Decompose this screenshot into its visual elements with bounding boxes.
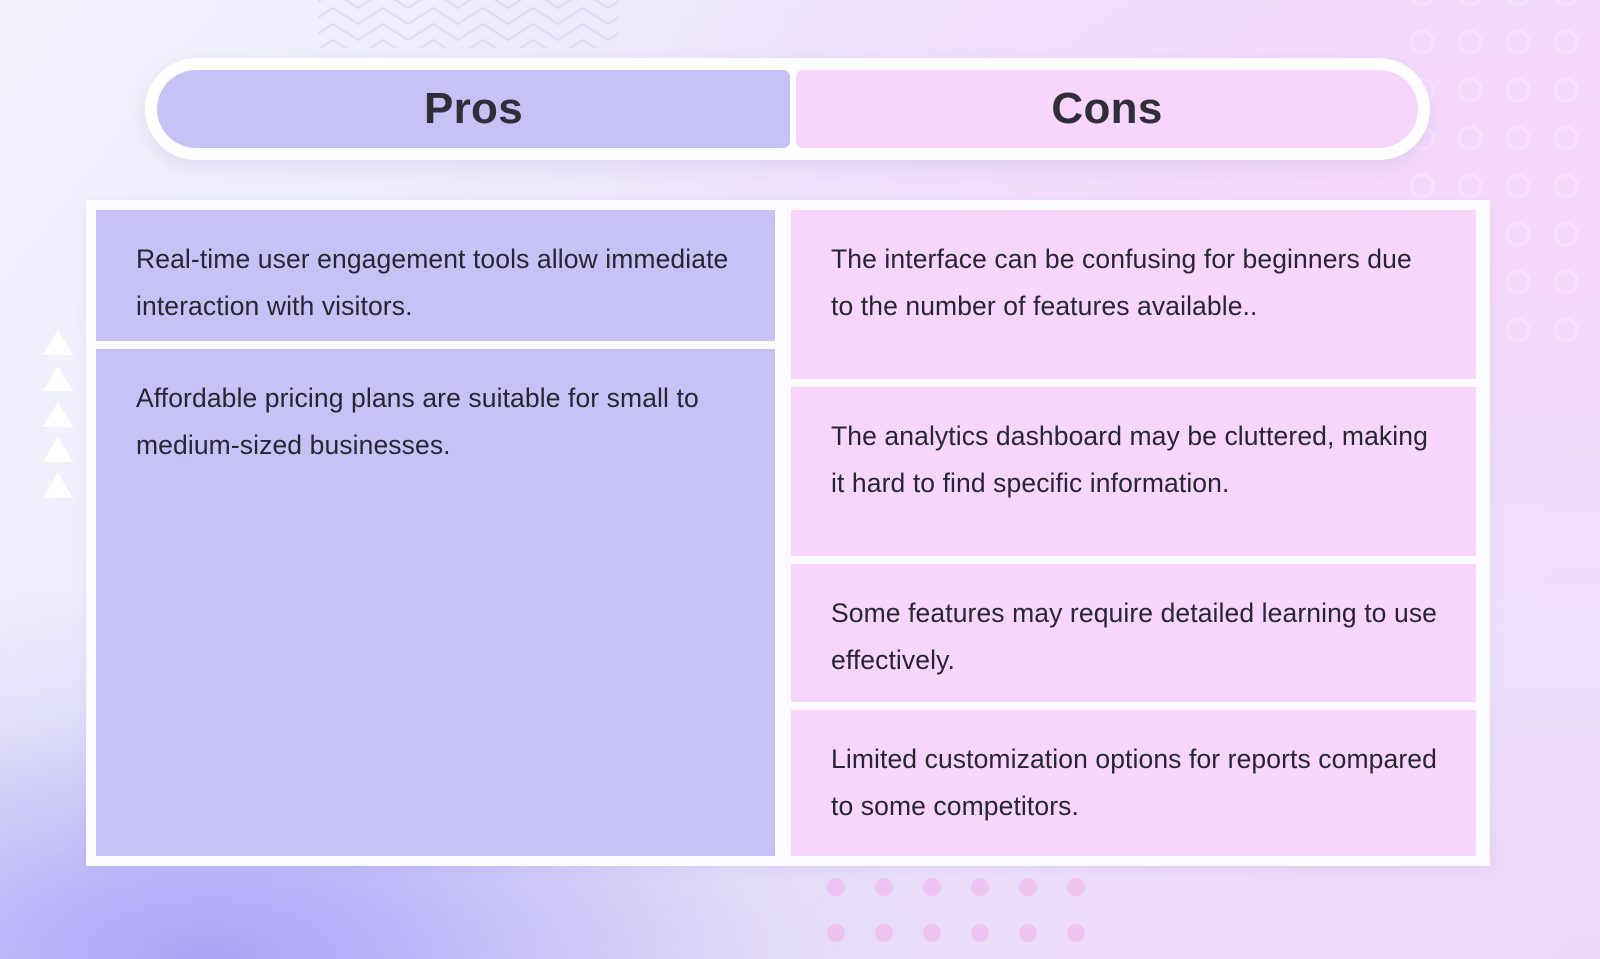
dot-pattern-icon [822,867,1122,959]
cons-item: Limited customization options for report… [791,709,1476,856]
pros-item: Affordable pricing plans are suitable fo… [96,349,775,856]
cons-item: The analytics dashboard may be cluttered… [791,386,1476,556]
triangle-icon [43,330,73,355]
chevron-pattern-icon [318,0,618,48]
poster-canvas: Pros Cons Real-time user engagement tool… [0,0,1600,959]
triangle-icon [43,401,73,427]
cons-item: The interface can be confusing for begin… [791,210,1476,379]
header-cons: Cons [796,70,1418,148]
triangle-icon [43,437,73,463]
triangle-icon [43,473,73,498]
pros-item: Real-time user engagement tools allow im… [96,210,775,341]
triangle-marks-icon [40,330,76,498]
comparison-header: Pros Cons [145,58,1430,160]
comparison-table: Real-time user engagement tools allow im… [86,200,1490,866]
cons-column: The interface can be confusing for begin… [791,210,1476,856]
header-pros: Pros [157,70,790,148]
cons-item: Some features may require detailed learn… [791,563,1476,702]
pros-column: Real-time user engagement tools allow im… [96,210,775,856]
triangle-icon [43,365,73,391]
